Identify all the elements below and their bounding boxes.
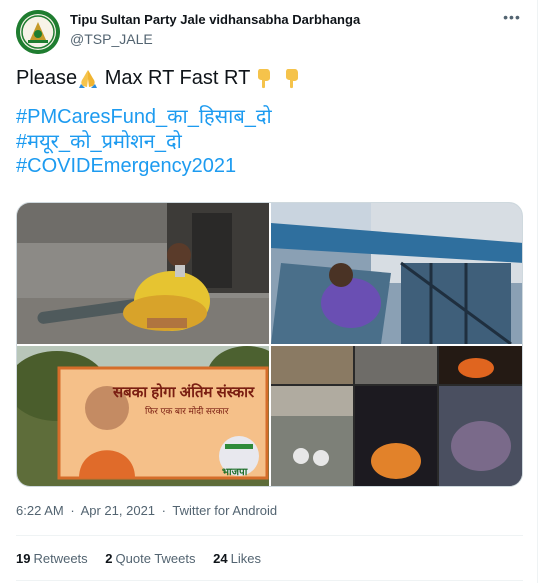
billboard-party: भाजपा	[222, 467, 248, 478]
billboard-title: सबका होगा अंतिम संस्कार	[113, 384, 255, 401]
tweet-date[interactable]: Apr 21, 2021	[81, 503, 155, 518]
hashtag-link[interactable]: #COVIDEmergency2021	[16, 154, 522, 179]
tweet-meta: 6:22 AM · Apr 21, 2021 · Twitter for And…	[16, 503, 277, 519]
hashtag-link[interactable]: #PMCaresFund_का_हिसाब_दो	[16, 105, 522, 130]
tweet-text-line: Please Max RT Fast RT	[16, 64, 522, 92]
media-photo-oxygen[interactable]	[17, 203, 269, 344]
retweets-label: Retweets	[33, 551, 88, 566]
more-horizontal-icon[interactable]: •••	[500, 10, 524, 30]
tweet-stats: 19 Retweets 2 Quote Tweets 24 Likes	[16, 550, 275, 568]
tweet-text-middle: Max RT Fast RT	[99, 66, 251, 89]
retweets-stat[interactable]: 19 Retweets	[16, 550, 88, 568]
meta-separator: ·	[70, 503, 75, 518]
divider	[16, 535, 523, 536]
hashtag-link[interactable]: #मयूर_को_प्रमोशन_दो	[16, 130, 522, 155]
tweet-card: Tipu Sultan Party Jale vidhansabha Darbh…	[0, 0, 538, 583]
quote-tweets-stat[interactable]: 2 Quote Tweets	[105, 550, 195, 568]
tweet-header: Tipu Sultan Party Jale vidhansabha Darbh…	[16, 8, 524, 56]
quote-tweets-label: Quote Tweets	[115, 551, 196, 566]
quote-tweets-count: 2	[105, 551, 113, 566]
divider	[16, 580, 523, 581]
author-names: Tipu Sultan Party Jale vidhansabha Darbh…	[70, 12, 360, 49]
likes-stat[interactable]: 24 Likes	[213, 550, 261, 568]
likes-label: Likes	[230, 551, 261, 566]
likes-count: 24	[213, 551, 228, 566]
tweet-time[interactable]: 6:22 AM	[16, 503, 64, 518]
retweets-count: 19	[16, 551, 31, 566]
avatar[interactable]	[16, 10, 60, 54]
media-photo-cart[interactable]	[271, 203, 522, 344]
media-photo-billboard[interactable]: सबका होगा अंतिम संस्कार फिर एक बार मोदी …	[17, 346, 269, 486]
pointing-down-emoji	[258, 69, 271, 89]
pointing-down-emoji	[286, 69, 299, 89]
party-logo-icon	[16, 10, 60, 54]
tweet-text-prefix: Please	[16, 66, 78, 89]
meta-separator: ·	[161, 503, 166, 518]
media-photo-cremations[interactable]	[271, 346, 522, 486]
folded-hands-emoji	[79, 70, 98, 88]
handle[interactable]: @TSP_JALE	[70, 29, 360, 49]
display-name[interactable]: Tipu Sultan Party Jale vidhansabha Darbh…	[70, 12, 360, 28]
billboard-subtitle: फिर एक बार मोदी सरकार	[145, 406, 229, 416]
media-grid[interactable]: सबका होगा अंतिम संस्कार फिर एक बार मोदी …	[16, 202, 523, 487]
tweet-source[interactable]: Twitter for Android	[172, 503, 277, 518]
tweet-text: Please Max RT Fast RT #PMCaresFund_का_हि…	[16, 64, 522, 179]
